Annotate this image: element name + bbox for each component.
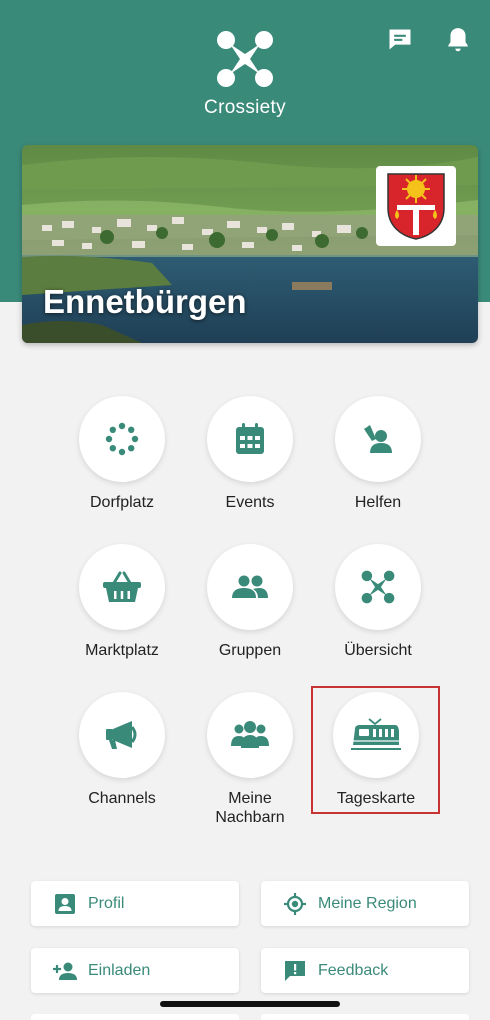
crossiety-logo-icon	[217, 31, 273, 87]
selection-highlight	[311, 686, 440, 814]
next-row-button-edge	[261, 1014, 469, 1020]
village-hero-card[interactable]: Ennetbürgen	[22, 145, 478, 343]
feedback-icon	[282, 960, 308, 982]
tile-marktplatz[interactable]: Marktplatz	[57, 544, 187, 660]
village-name: Ennetbürgen	[43, 283, 247, 320]
tile-helfen[interactable]: Helfen	[313, 396, 443, 512]
calendar-icon	[236, 423, 264, 454]
tile-dorfplatz-circle[interactable]	[79, 396, 165, 482]
ennetbuergen-crest-icon	[387, 173, 445, 240]
chat-icon[interactable]	[384, 24, 416, 56]
tile-uebersicht[interactable]: Übersicht	[313, 544, 443, 660]
tile-meine-nachbarn-circle[interactable]	[207, 692, 293, 778]
meine-region-button[interactable]: Meine Region	[261, 881, 469, 926]
dots-circle-icon	[105, 422, 139, 456]
tile-meine-nachbarn[interactable]: Meine Nachbarn	[185, 692, 315, 827]
tile-label: Events	[225, 494, 275, 511]
tile-uebersicht-circle[interactable]	[335, 544, 421, 630]
neighbours-icon	[231, 721, 269, 748]
einladen-button[interactable]: Einladen	[31, 948, 239, 993]
profil-button[interactable]: Profil	[31, 881, 239, 926]
tile-label: Marktplatz	[85, 642, 159, 659]
tile-channels-circle[interactable]	[79, 692, 165, 778]
tile-label: Übersicht	[344, 642, 412, 659]
home-indicator[interactable]	[160, 1001, 340, 1007]
app-name: Crossiety	[204, 97, 286, 118]
tile-label: Helfen	[354, 494, 402, 511]
einladen-label: Einladen	[88, 961, 151, 979]
crossiety-x-icon	[361, 570, 395, 604]
profil-label: Profil	[88, 894, 125, 912]
feedback-label: Feedback	[318, 961, 389, 979]
tile-label: Gruppen	[218, 642, 282, 659]
basket-icon	[103, 571, 141, 602]
tile-marktplatz-circle[interactable]	[79, 544, 165, 630]
feedback-button[interactable]: Feedback	[261, 948, 469, 993]
tile-gruppen[interactable]: Gruppen	[185, 544, 315, 660]
tile-channels[interactable]: Channels	[57, 692, 187, 808]
top-action-icons	[384, 24, 474, 56]
crest-badge	[376, 166, 456, 246]
tile-helfen-circle[interactable]	[335, 396, 421, 482]
megaphone-icon	[106, 721, 137, 749]
tile-label: Channels	[88, 790, 156, 807]
bell-icon[interactable]	[442, 24, 474, 56]
tile-events[interactable]: Events	[185, 396, 315, 512]
location-target-icon	[282, 892, 308, 915]
tile-label: Meine Nachbarn	[215, 790, 285, 826]
helping-hand-icon	[364, 425, 392, 453]
tile-events-circle[interactable]	[207, 396, 293, 482]
tile-dorfplatz[interactable]: Dorfplatz	[57, 396, 187, 512]
users-icon	[232, 575, 268, 598]
add-user-icon	[52, 960, 78, 982]
profile-icon	[52, 893, 78, 915]
tile-gruppen-circle[interactable]	[207, 544, 293, 630]
tile-label: Dorfplatz	[89, 494, 155, 511]
meine-region-label: Meine Region	[318, 894, 417, 912]
next-row-button-edge	[31, 1014, 239, 1020]
